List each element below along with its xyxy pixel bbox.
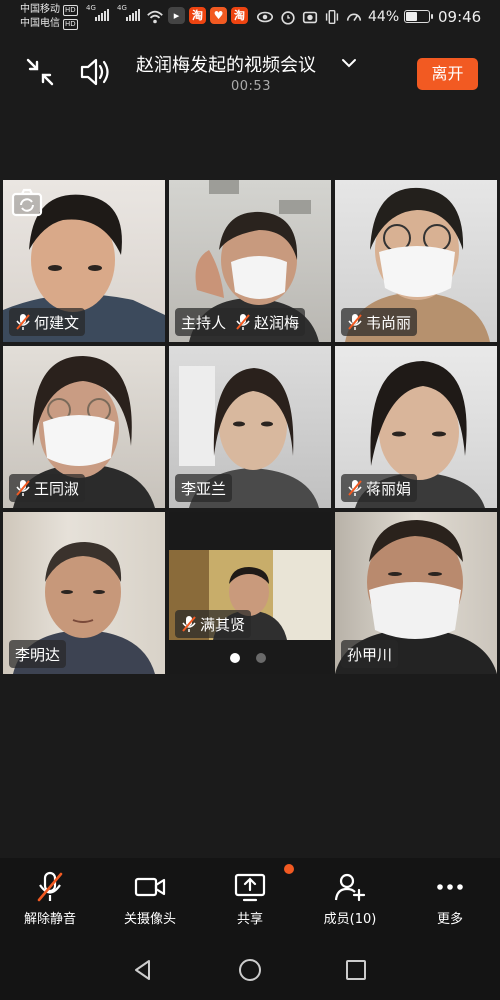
- members-label: 成员(10): [323, 912, 377, 927]
- video-tile[interactable]: 王同淑: [3, 346, 165, 508]
- participant-name: 何建文: [34, 313, 80, 332]
- host-label: 主持人: [181, 313, 227, 332]
- hd-badge: HD: [63, 18, 78, 30]
- camera-icon: [134, 877, 166, 897]
- video-tile[interactable]: 满其贤: [169, 512, 331, 674]
- add-member-icon: [334, 873, 366, 902]
- participant-name-tag: 韦尚丽: [341, 308, 418, 336]
- participant-name: 满其贤: [200, 615, 246, 634]
- mic-off-icon: [16, 480, 30, 496]
- meeting-title[interactable]: 赵润梅发起的视频会议: [136, 51, 316, 77]
- meeting-timer: 00:53: [231, 79, 271, 94]
- speaker-icon[interactable]: [77, 54, 113, 90]
- participant-name: 孙甲川: [347, 645, 393, 664]
- screenshot-icon: [302, 11, 318, 24]
- signal-icon: [95, 7, 109, 21]
- leave-button[interactable]: 离开: [417, 58, 478, 90]
- more-label: 更多: [436, 912, 463, 927]
- more-button[interactable]: 更多: [400, 870, 500, 927]
- share-label: 共享: [236, 912, 263, 927]
- share-button[interactable]: 共享: [200, 870, 300, 927]
- participant-name-tag: 王同淑: [9, 474, 86, 502]
- page-dot-active[interactable]: [230, 653, 240, 663]
- mic-off-icon: [37, 871, 63, 902]
- back-icon[interactable]: [131, 958, 155, 982]
- chevron-down-icon[interactable]: [341, 55, 357, 71]
- system-nav-bar: [0, 940, 500, 1000]
- meeting-header: 赵润梅发起的视频会议 00:53 离开: [0, 38, 500, 108]
- participant-name: 王同淑: [34, 479, 80, 498]
- participant-name-tag: 孙甲川: [341, 640, 399, 668]
- video-tile[interactable]: 主持人 赵润梅: [169, 180, 331, 342]
- app-heart-icon: ♥: [210, 7, 227, 24]
- unmute-label: 解除静音: [23, 912, 76, 927]
- video-tile[interactable]: 何建文: [3, 180, 165, 342]
- wifi-icon: [147, 10, 163, 24]
- share-screen-icon: [234, 873, 266, 902]
- signal-icon: [126, 7, 140, 21]
- status-bar: 中国移动 HD 中国电信 HD 4G 4G ▸ 淘 ♥ 淘 44% 09:46: [0, 0, 500, 34]
- carrier-1: 中国移动: [20, 4, 60, 15]
- battery-icon: [404, 10, 433, 23]
- app-notification-icon: ▸: [168, 7, 185, 24]
- video-tile[interactable]: 蒋丽娟: [335, 346, 497, 508]
- minimize-icon[interactable]: [22, 54, 58, 90]
- video-tile[interactable]: 韦尚丽: [335, 180, 497, 342]
- unmute-button[interactable]: 解除静音: [0, 870, 100, 927]
- video-grid: 何建文 主持人 赵润梅 韦尚丽 王同淑 李亚兰 蒋丽娟 李明达 满其贤 孙甲川: [3, 180, 497, 675]
- camera-switch-icon[interactable]: [11, 188, 43, 218]
- carrier-2: 中国电信: [20, 18, 60, 29]
- members-button[interactable]: 成员(10): [300, 870, 400, 927]
- participant-name: 李明达: [15, 645, 61, 664]
- carrier-info: 中国移动 HD 中国电信 HD: [20, 3, 78, 31]
- camera-off-label: 关摄像头: [123, 912, 176, 927]
- mic-off-icon: [182, 616, 196, 632]
- participant-name-tag: 蒋丽娟: [341, 474, 418, 502]
- mic-off-icon: [16, 314, 30, 330]
- video-tile[interactable]: 李亚兰: [169, 346, 331, 508]
- mic-off-icon: [348, 314, 362, 330]
- mic-off-icon: [236, 314, 250, 330]
- participant-name: 蒋丽娟: [366, 479, 412, 498]
- video-tile[interactable]: 李明达: [3, 512, 165, 674]
- taobao-icon: 淘: [189, 7, 206, 24]
- mic-off-icon: [348, 480, 362, 496]
- alarm-icon: [281, 11, 295, 25]
- recents-icon[interactable]: [344, 958, 368, 982]
- participant-name: 韦尚丽: [366, 313, 412, 332]
- battery-percent: 44%: [368, 9, 400, 25]
- participant-video: [169, 550, 331, 640]
- participant-name-tag: 何建文: [9, 308, 86, 336]
- page-indicator[interactable]: [230, 653, 266, 663]
- eye-icon: [256, 11, 274, 23]
- participant-name: 赵润梅: [254, 313, 300, 332]
- battery-fill: [406, 12, 417, 21]
- clock: 09:46: [438, 8, 482, 26]
- vibrate-icon: [325, 9, 339, 25]
- participant-name: 李亚兰: [181, 479, 227, 498]
- participant-name-tag: 主持人 赵润梅: [175, 308, 306, 336]
- home-icon[interactable]: [238, 958, 262, 982]
- participant-name-tag: 李明达: [9, 640, 67, 668]
- video-tile[interactable]: 孙甲川: [335, 512, 497, 674]
- more-icon: [437, 884, 463, 890]
- share-notification-dot: [284, 864, 294, 874]
- participant-name-tag: 满其贤: [175, 610, 252, 638]
- data-saver-icon: [346, 13, 362, 22]
- camera-off-button[interactable]: 关摄像头: [100, 870, 200, 927]
- meeting-toolbar: 解除静音 关摄像头 共享 成员(10) 更多: [0, 858, 500, 940]
- hd-badge: HD: [63, 4, 78, 16]
- page-dot[interactable]: [256, 653, 266, 663]
- taobao-icon: 淘: [231, 7, 248, 24]
- participant-name-tag: 李亚兰: [175, 474, 233, 502]
